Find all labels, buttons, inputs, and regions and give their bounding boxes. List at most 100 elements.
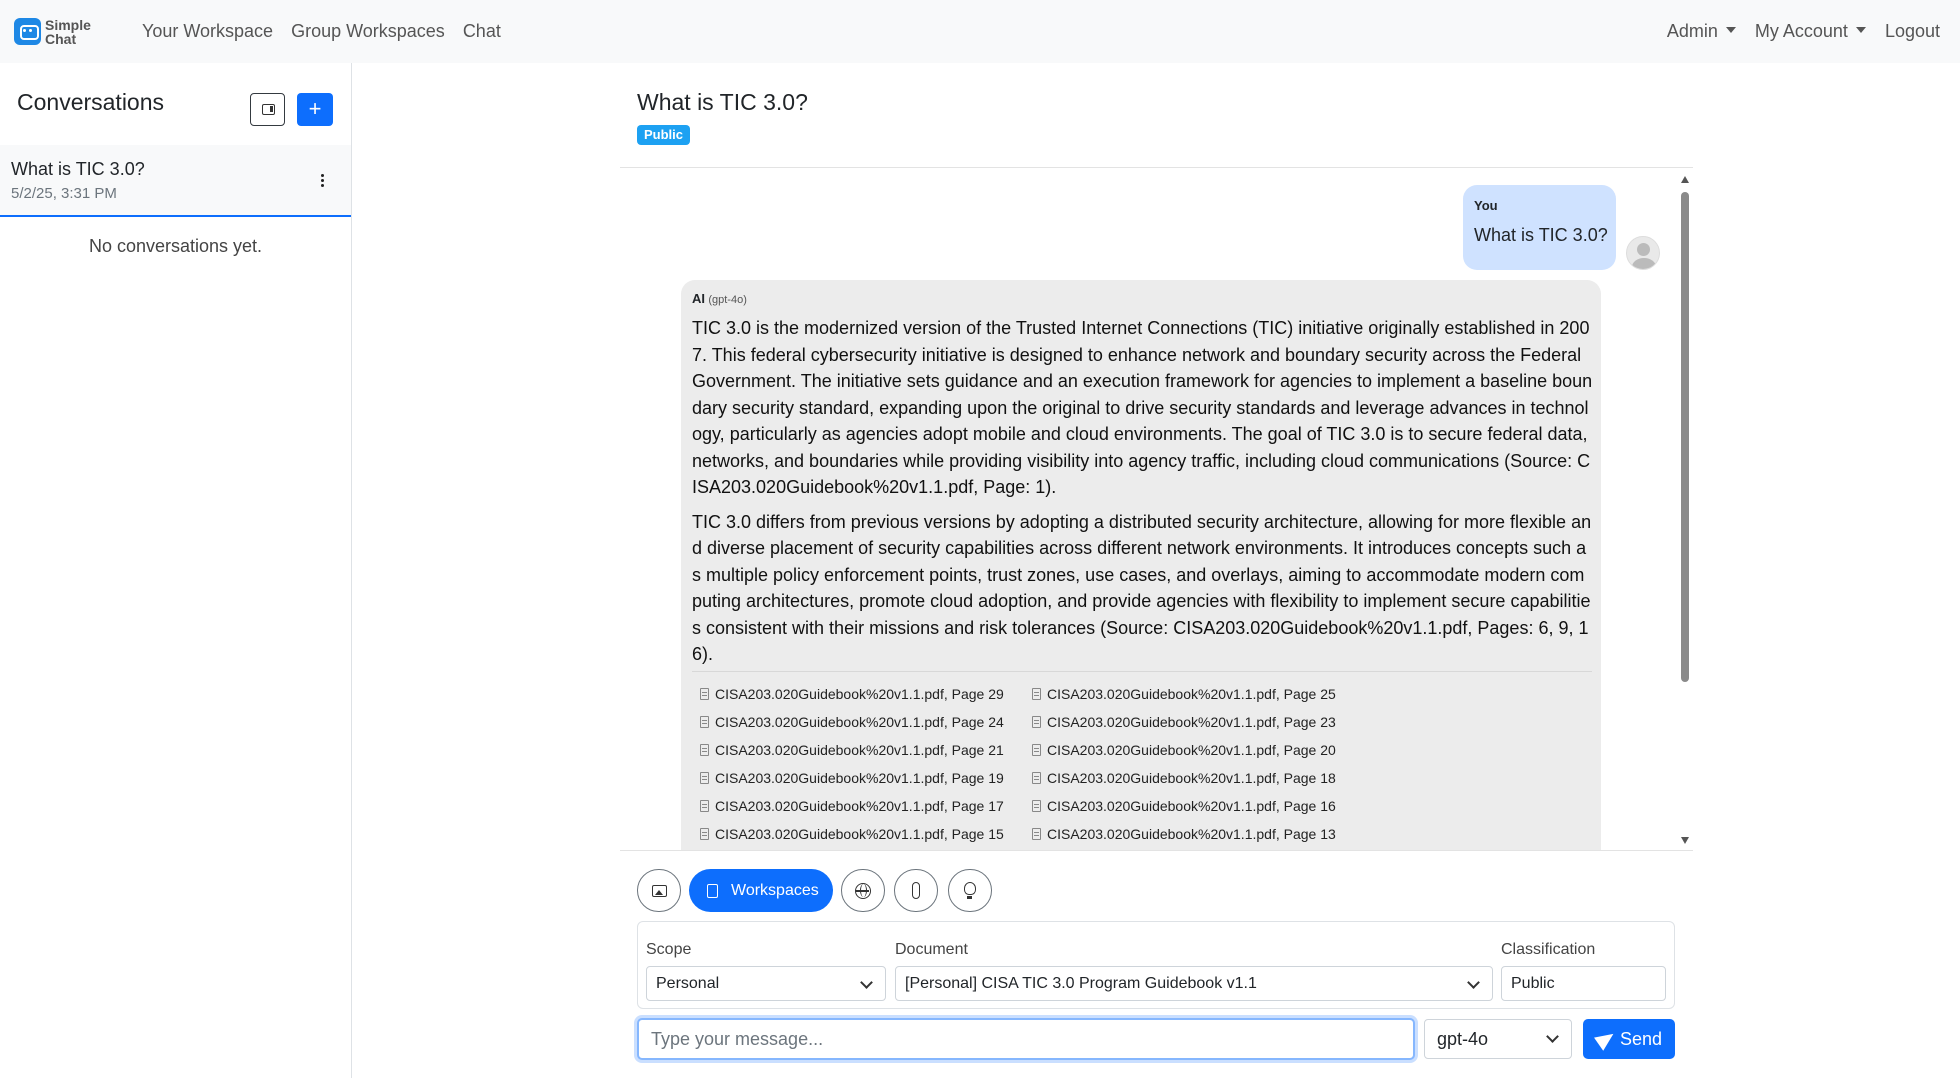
empty-conversations-message: No conversations yet.	[88, 236, 263, 256]
document-icon	[700, 800, 709, 812]
document-icon	[700, 716, 709, 728]
ai-sender: AI	[692, 291, 705, 306]
workspaces-label: Workspaces	[731, 882, 819, 899]
ai-paragraph: TIC 3.0 is the modernized version of the…	[692, 318, 1593, 497]
web-search-button[interactable]	[841, 869, 885, 912]
citation-text: CISA203.020Guidebook%20v1.1.pdf, Page 20	[1047, 742, 1336, 758]
document-icon	[1032, 744, 1041, 756]
prompts-button[interactable]	[948, 869, 992, 912]
document-value: [Personal] CISA TIC 3.0 Program Guideboo…	[905, 975, 1257, 992]
brand-line1: Simple	[45, 16, 91, 33]
nav-links: Your Workspace Group Workspaces Chat	[142, 17, 519, 46]
sidebar-title: Conversations	[17, 89, 165, 115]
conversations-sidebar: Conversations + What is TIC 3.0? 5/2/25,…	[0, 63, 352, 1078]
globe-icon	[855, 883, 871, 899]
message-input[interactable]: Type your message...	[637, 1018, 1415, 1060]
document-label: Document	[895, 941, 968, 958]
attach-file-button[interactable]	[894, 869, 938, 912]
conversation-date: 5/2/25, 3:31 PM	[11, 185, 117, 202]
citation-link[interactable]: CISA203.020Guidebook%20v1.1.pdf, Page 18	[1032, 770, 1336, 786]
model-value: gpt-4o	[1437, 1029, 1489, 1049]
citation-link[interactable]: CISA203.020Guidebook%20v1.1.pdf, Page 21	[700, 742, 1004, 758]
my-account-dropdown[interactable]: My Account	[1755, 17, 1866, 46]
chevron-down-icon	[1546, 1030, 1559, 1043]
image-generation-button[interactable]	[637, 869, 681, 912]
logout-link[interactable]: Logout	[1885, 17, 1940, 46]
nav-your-workspace[interactable]: Your Workspace	[142, 17, 273, 46]
citation-text: CISA203.020Guidebook%20v1.1.pdf, Page 29	[715, 686, 1004, 702]
nav-group-workspaces[interactable]: Group Workspaces	[291, 17, 445, 46]
citation-text: CISA203.020Guidebook%20v1.1.pdf, Page 17	[715, 798, 1004, 814]
workspace-options-panel: Scope Personal Document [Personal] CISA …	[637, 921, 1675, 1009]
scope-label: Scope	[646, 941, 692, 958]
model-select[interactable]: gpt-4o	[1424, 1019, 1572, 1059]
send-label: Send	[1620, 1029, 1663, 1049]
document-icon	[700, 688, 709, 700]
scroll-up-arrow-icon[interactable]	[1681, 176, 1689, 183]
document-icon	[1032, 800, 1041, 812]
paperclip-icon	[912, 882, 920, 899]
admin-dropdown[interactable]: Admin	[1667, 17, 1736, 46]
citation-link[interactable]: CISA203.020Guidebook%20v1.1.pdf, Page 25	[1032, 686, 1336, 702]
ai-paragraph: TIC 3.0 differs from previous versions b…	[692, 511, 1592, 665]
chat-scroll-area[interactable]: AI (gpt-4o) TIC 3.0 is the modernized ve…	[620, 168, 1693, 850]
citation-text: CISA203.020Guidebook%20v1.1.pdf, Page 16	[1047, 798, 1336, 814]
scope-select[interactable]: Personal	[646, 966, 886, 1001]
nav-right: Admin My Account Logout	[1648, 17, 1940, 46]
nav-chat[interactable]: Chat	[463, 17, 501, 46]
citation-text: CISA203.020Guidebook%20v1.1.pdf, Page 15	[715, 826, 1004, 842]
chat-title: What is TIC 3.0?	[637, 89, 808, 115]
send-icon	[1594, 1027, 1618, 1051]
scrollbar-thumb[interactable]	[1681, 192, 1689, 682]
ai-message-body: TIC 3.0 is the modernized version of the…	[692, 315, 1594, 676]
conversation-title: What is TIC 3.0?	[11, 159, 145, 179]
image-icon	[652, 885, 667, 897]
citation-link[interactable]: CISA203.020Guidebook%20v1.1.pdf, Page 24	[700, 714, 1004, 730]
citation-link[interactable]: CISA203.020Guidebook%20v1.1.pdf, Page 13	[1032, 826, 1336, 842]
classification-label: Classification	[1501, 941, 1596, 958]
document-select[interactable]: [Personal] CISA TIC 3.0 Program Guideboo…	[895, 966, 1493, 1001]
citations-divider	[692, 671, 1592, 672]
brand[interactable]: Simple Chat	[14, 18, 134, 46]
citation-link[interactable]: CISA203.020Guidebook%20v1.1.pdf, Page 29	[700, 686, 1004, 702]
scroll-down-arrow-icon[interactable]	[1681, 837, 1689, 844]
composer-divider	[620, 850, 1693, 851]
chat-scrollbar[interactable]	[1678, 172, 1692, 846]
document-icon	[1032, 828, 1041, 840]
document-icon	[707, 884, 718, 898]
citation-link[interactable]: CISA203.020Guidebook%20v1.1.pdf, Page 20	[1032, 742, 1336, 758]
citation-text: CISA203.020Guidebook%20v1.1.pdf, Page 24	[715, 714, 1004, 730]
citation-link[interactable]: CISA203.020Guidebook%20v1.1.pdf, Page 16	[1032, 798, 1336, 814]
top-navbar: Simple Chat Your Workspace Group Workspa…	[0, 0, 1960, 63]
sidebar-header: Conversations +	[0, 63, 351, 145]
citation-text: CISA203.020Guidebook%20v1.1.pdf, Page 13	[1047, 826, 1336, 842]
citation-text: CISA203.020Guidebook%20v1.1.pdf, Page 25	[1047, 686, 1336, 702]
chevron-down-icon	[860, 976, 873, 989]
citation-link[interactable]: CISA203.020Guidebook%20v1.1.pdf, Page 17	[700, 798, 1004, 814]
kebab-icon[interactable]	[316, 171, 328, 191]
send-button[interactable]: Send	[1583, 1019, 1675, 1059]
sidebar-toggle-icon	[262, 104, 275, 115]
citation-text: CISA203.020Guidebook%20v1.1.pdf, Page 21	[715, 742, 1004, 758]
classification-badge: Public	[637, 125, 691, 145]
ai-message: AI (gpt-4o) TIC 3.0 is the modernized ve…	[681, 280, 1601, 850]
citation-text: CISA203.020Guidebook%20v1.1.pdf, Page 23	[1047, 714, 1336, 730]
document-icon	[700, 828, 709, 840]
conversation-item[interactable]: What is TIC 3.0? 5/2/25, 3:31 PM	[0, 145, 351, 217]
chevron-down-icon	[1467, 976, 1480, 989]
citation-text: CISA203.020Guidebook%20v1.1.pdf, Page 18	[1047, 770, 1336, 786]
brand-logo-icon	[14, 18, 41, 45]
classification-field[interactable]: Public	[1501, 966, 1666, 1001]
toggle-sidebar-button[interactable]	[250, 93, 285, 126]
ai-message-header: AI (gpt-4o)	[692, 291, 747, 306]
citation-link[interactable]: CISA203.020Guidebook%20v1.1.pdf, Page 15	[700, 826, 1004, 842]
document-icon	[1032, 688, 1041, 700]
brand-name: Simple Chat	[45, 18, 91, 46]
citation-link[interactable]: CISA203.020Guidebook%20v1.1.pdf, Page 19	[700, 770, 1004, 786]
workspaces-button[interactable]: Workspaces	[689, 869, 833, 912]
scope-value: Personal	[656, 975, 720, 992]
new-conversation-button[interactable]: +	[297, 93, 333, 126]
citation-link[interactable]: CISA203.020Guidebook%20v1.1.pdf, Page 23	[1032, 714, 1336, 730]
document-icon	[1032, 772, 1041, 784]
ai-model: (gpt-4o)	[708, 294, 747, 306]
